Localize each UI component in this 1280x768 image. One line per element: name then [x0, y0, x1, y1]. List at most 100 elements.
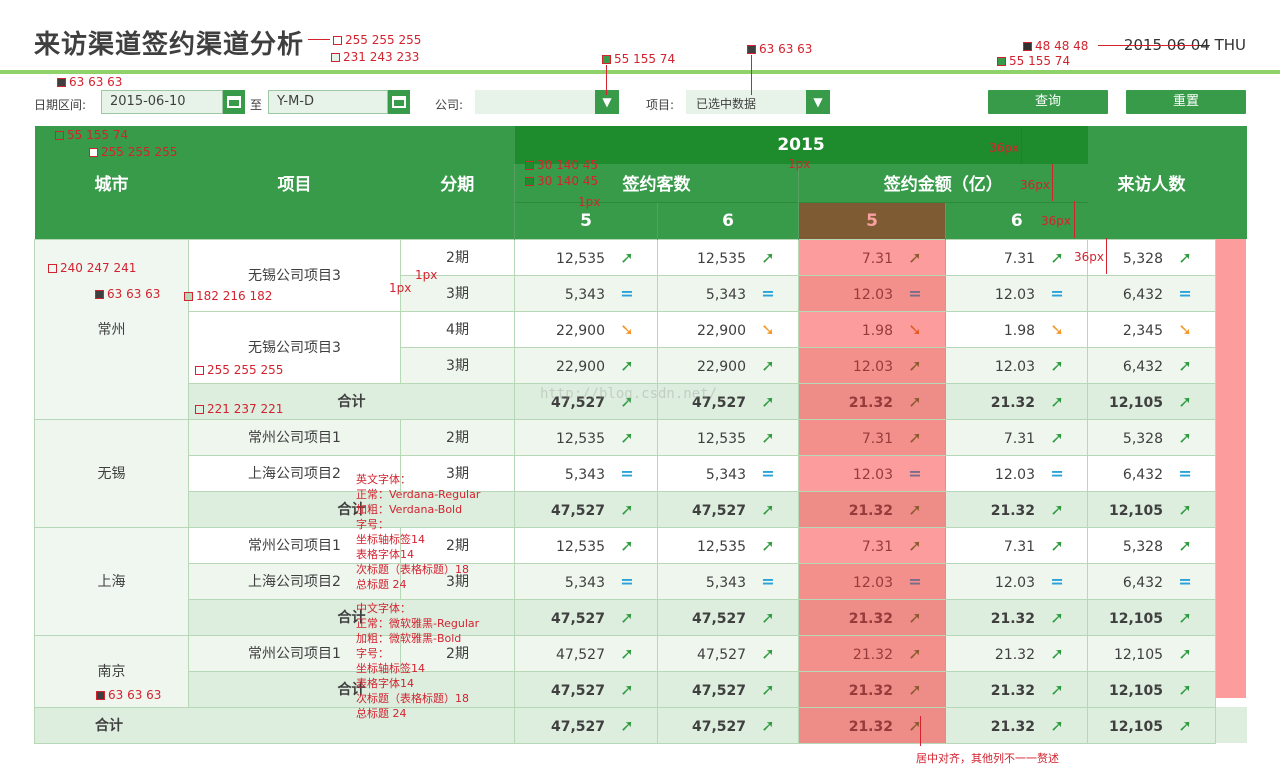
cell-a5: 21.32 ➚ [798, 382, 946, 420]
cell-value: 47,527 [550, 610, 605, 627]
date-to-calendar-icon[interactable] [388, 90, 410, 114]
row-spacer [1216, 671, 1247, 707]
trend-equal-icon: = [620, 463, 634, 483]
cell-value: 21.32 [990, 682, 1036, 699]
cell-v: 6,432 = [1087, 454, 1217, 492]
cell-a6: 7.31 ➚ [944, 238, 1089, 276]
cell-value: 47,527 [697, 646, 746, 663]
cell-a6: 21.32 ➚ [944, 598, 1089, 636]
trend-equal-icon: = [1050, 283, 1064, 303]
trend-up-icon: ➚ [1178, 355, 1192, 375]
company-chevron-down-icon[interactable]: ▼ [595, 90, 619, 114]
cell-value: 12,105 [1108, 682, 1164, 699]
cell-c6: 12,535 ➚ [657, 526, 799, 564]
trend-up-icon: ➚ [761, 535, 775, 555]
trend-equal-icon: = [1178, 283, 1192, 303]
annotation-color-white: 255 255 255 [333, 33, 421, 48]
trend-up-icon: ➚ [1178, 607, 1192, 627]
trend-down-icon: ➘ [761, 319, 775, 339]
date-to-input[interactable]: Y-M-D [268, 90, 388, 114]
cell-a5: 12.03 = [798, 274, 946, 312]
cell-value: 5,328 [1122, 430, 1164, 447]
cell-value: 22,900 [556, 358, 605, 375]
table-row: 合计 47,527 ➚ 47,527 ➚ 21.32 ➚ 21.32 ➚ 12,105 ➚ [35, 490, 1247, 528]
date-from-calendar-icon[interactable] [223, 90, 245, 114]
trend-up-icon: ➚ [620, 679, 634, 699]
grand-total-v: 12,105 ➚ [1087, 706, 1217, 744]
trend-up-icon: ➚ [1178, 427, 1192, 447]
project-select[interactable]: 已选中数据 [686, 90, 806, 114]
cell-a6: 12.03 = [944, 274, 1089, 312]
trend-equal-icon: = [761, 283, 775, 303]
trend-up-icon: ➚ [761, 355, 775, 375]
cell-value: 5,343 [705, 466, 746, 483]
header-project[interactable]: 项目 [188, 126, 401, 239]
cell-c6: 22,900 ➚ [657, 346, 799, 384]
trend-up-icon: ➚ [1050, 643, 1064, 663]
header-visitors[interactable]: 来访人数 [1087, 126, 1216, 239]
header-spacer [1215, 126, 1247, 239]
annotation-color-dark-green-a: 30 140 45 [525, 158, 598, 173]
trend-up-icon: ➚ [761, 643, 775, 663]
cell-value: 7.31 [1003, 250, 1036, 267]
date-range-label: 日期区间: [34, 98, 87, 112]
cell-value: 5,343 [564, 574, 605, 591]
cell-a6: 12.03 = [944, 454, 1089, 492]
company-select[interactable] [475, 90, 595, 114]
cell-c6: 5,343 = [657, 454, 799, 492]
cell-value: 21.32 [994, 646, 1036, 663]
trend-up-icon: ➚ [620, 643, 634, 663]
cell-value: 12,105 [1108, 610, 1164, 627]
cell-c5: 22,900 ➘ [514, 310, 658, 348]
cell-c5: 5,343 = [514, 562, 658, 600]
date-from-input[interactable]: 2015-06-10 [101, 90, 223, 114]
annotation-leader-line [920, 716, 921, 746]
trend-equal-icon: = [1050, 463, 1064, 483]
row-spacer [1216, 563, 1247, 599]
cell-value: 7.31 [1003, 538, 1036, 555]
trend-up-icon: ➚ [620, 247, 634, 267]
cell-v: 12,105 ➚ [1087, 598, 1217, 636]
annotation-color-dark-green-b: 30 140 45 [525, 174, 598, 189]
table-row: 南京 常州公司项目1 2期 47,527 ➚ 47,527 ➚ 21.32 ➚ 21.32 ➚ 12,… [34, 634, 1247, 708]
grand-total-c5: 47,527 ➚ [514, 706, 658, 744]
annotation-dimension-line [1052, 164, 1053, 201]
cell-a5: 7.31 ➚ [798, 526, 946, 564]
reset-button[interactable]: 重置 [1126, 90, 1246, 114]
cell-value: 5,328 [1122, 250, 1164, 267]
trend-up-icon: ➚ [1050, 607, 1064, 627]
cell-a5: 1.98 ➘ [798, 310, 946, 348]
cell-c6: 47,527 ➚ [657, 598, 799, 636]
project-chevron-down-icon[interactable]: ▼ [806, 90, 830, 114]
cell-c6: 47,527 ➚ [657, 670, 799, 708]
cell-value: 12,105 [1108, 394, 1164, 411]
cell-value: 7.31 [861, 538, 893, 555]
header-amount-month-5[interactable]: 5 [798, 201, 946, 239]
annotation-dimension-line [1106, 238, 1107, 274]
cell-c6: 5,343 = [657, 274, 799, 312]
annotation-leader-line [751, 55, 752, 95]
cell-a6: 12.03 ➚ [944, 346, 1089, 384]
cell-v: 5,328 ➚ [1087, 526, 1217, 564]
header-customers-month-6[interactable]: 6 [657, 201, 799, 239]
header-phase[interactable]: 分期 [400, 126, 515, 239]
annotation-36px-d: 36px [1074, 250, 1104, 264]
cell-value: 21.32 [990, 718, 1036, 735]
to-label: 至 [250, 98, 263, 112]
trend-up-icon: ➚ [908, 427, 922, 447]
trend-up-icon: ➚ [908, 715, 922, 735]
cell-c5: 47,527 ➚ [514, 670, 658, 708]
query-button[interactable]: 查询 [988, 90, 1108, 114]
cell-a6: 21.32 ➚ [944, 634, 1089, 672]
cell-value: 5,328 [1122, 538, 1164, 555]
row-spacer [1216, 311, 1247, 347]
annotation-color-city-bg: 240 247 241 [48, 261, 136, 276]
cell-value: 21.32 [848, 718, 893, 735]
weekday: THU [1214, 36, 1246, 54]
trend-up-icon: ➚ [620, 607, 634, 627]
cell-value: 5,343 [564, 286, 605, 303]
trend-up-icon: ➚ [1178, 535, 1192, 555]
annotation-1px-b: 1px [578, 195, 601, 209]
annotation-1px-c: 1px [415, 268, 438, 282]
cell-a5: 12.03 = [798, 562, 946, 600]
